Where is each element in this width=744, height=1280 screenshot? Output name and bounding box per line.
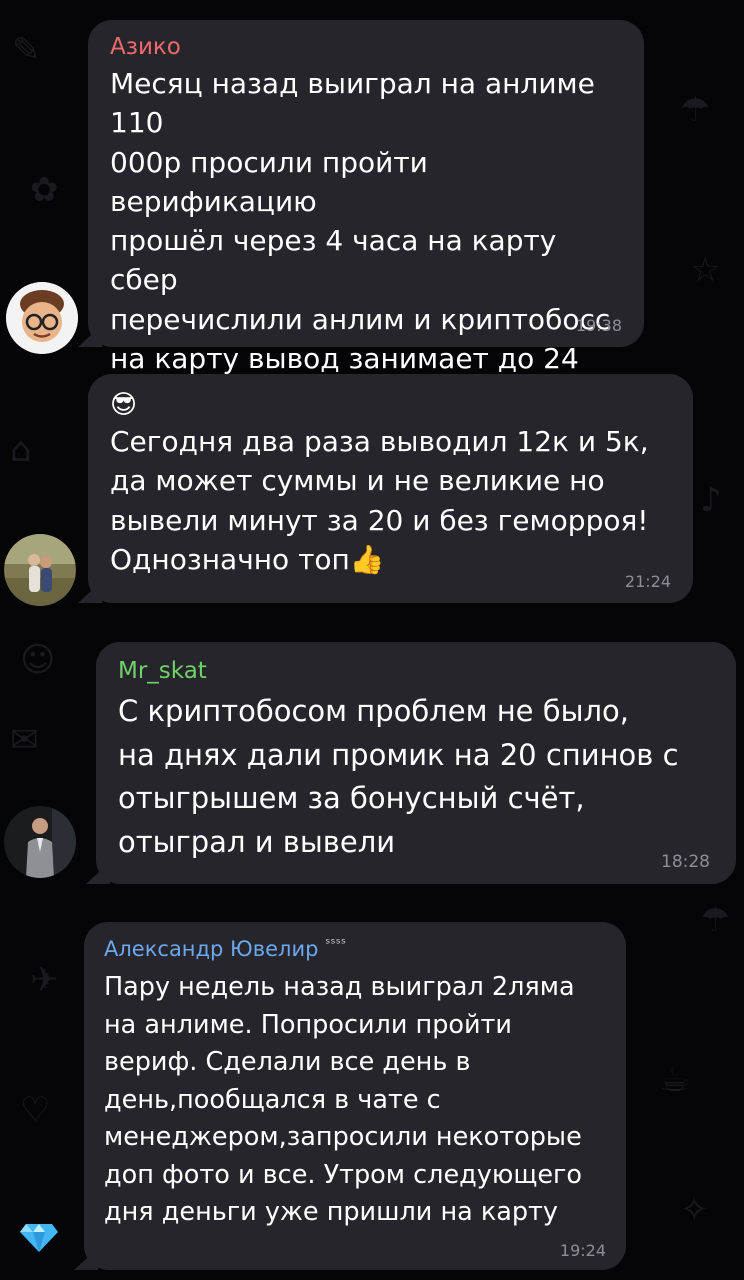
- man-photo-avatar-icon: [4, 806, 76, 878]
- message-bubble-3[interactable]: Mr_skat С криптобосом проблем не было, н…: [86, 642, 736, 884]
- sender-name[interactable]: Александр Ювелир ˢˢˢˢ: [104, 936, 608, 961]
- avatar-user-2[interactable]: [4, 534, 76, 606]
- message-text: Пару недель назад выиграл 2ляма на анлим…: [104, 972, 583, 1227]
- avatar-mr-skat[interactable]: [4, 806, 76, 878]
- message-bubble-1[interactable]: Азико Месяц назад выиграл на анлиме 110 …: [78, 20, 644, 493]
- sender-name-text[interactable]: Александр Ювелир: [104, 937, 318, 961]
- message-text: Сегодня два раза выводил 12к и 5к, да мо…: [110, 425, 649, 576]
- couple-photo-avatar-icon: [4, 534, 76, 606]
- message-time: 21:24: [624, 572, 671, 591]
- sender-name[interactable]: Mr_skat: [118, 658, 712, 684]
- message-bubble-4[interactable]: Александр Ювелир ˢˢˢˢ Пару недель назад …: [74, 922, 626, 1270]
- sender-badge: ˢˢˢˢ: [325, 936, 347, 952]
- message-text: С криптобосом проблем не было, на днях д…: [118, 694, 679, 859]
- message-time: 18:28: [661, 852, 710, 872]
- message-time: 19:38: [575, 316, 622, 335]
- diamond-icon: [20, 1222, 58, 1252]
- sender-name[interactable]: Азико: [110, 34, 620, 60]
- avatar-azik[interactable]: [6, 282, 78, 354]
- message-bubble-2[interactable]: 😎 Сегодня два раза выводил 12к и 5к, да …: [78, 374, 693, 603]
- message-time: 19:24: [559, 1241, 606, 1260]
- memoji-glasses-avatar-icon: [6, 282, 78, 354]
- sunglasses-emoji: 😎: [110, 390, 138, 420]
